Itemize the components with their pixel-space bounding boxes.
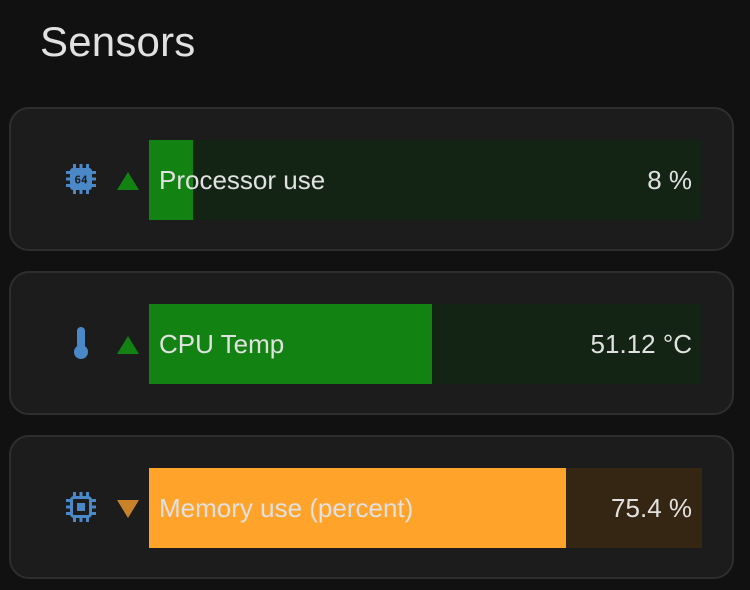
sensor-card-memory-use[interactable]: Memory use (percent) 75.4 % — [9, 435, 734, 579]
thermometer-icon — [63, 325, 99, 361]
sensor-bar: Memory use (percent) 75.4 % — [149, 468, 702, 548]
sensor-card-processor-use[interactable]: 64 Processor use 8 % — [9, 107, 734, 251]
svg-text:64: 64 — [74, 174, 88, 187]
sensor-card-cpu-temp[interactable]: CPU Temp 51.12 °C — [9, 271, 734, 415]
sensor-name: Memory use (percent) — [159, 493, 414, 523]
trend-up-icon — [115, 169, 141, 193]
trend-down-icon — [115, 497, 141, 521]
sensor-value: 8 % — [647, 165, 692, 195]
sensor-value: 51.12 °C — [590, 329, 692, 359]
sensor-value: 75.4 % — [611, 493, 692, 523]
memory-chip-icon — [63, 489, 99, 525]
cpu-64-bit-icon: 64 — [63, 161, 99, 197]
trend-up-icon — [115, 333, 141, 357]
sensor-name: CPU Temp — [159, 329, 285, 359]
sensor-bar: Processor use 8 % — [149, 140, 702, 220]
sensor-name: Processor use — [159, 165, 326, 195]
sensor-bar: CPU Temp 51.12 °C — [149, 304, 702, 384]
page-title: Sensors — [40, 18, 196, 65]
